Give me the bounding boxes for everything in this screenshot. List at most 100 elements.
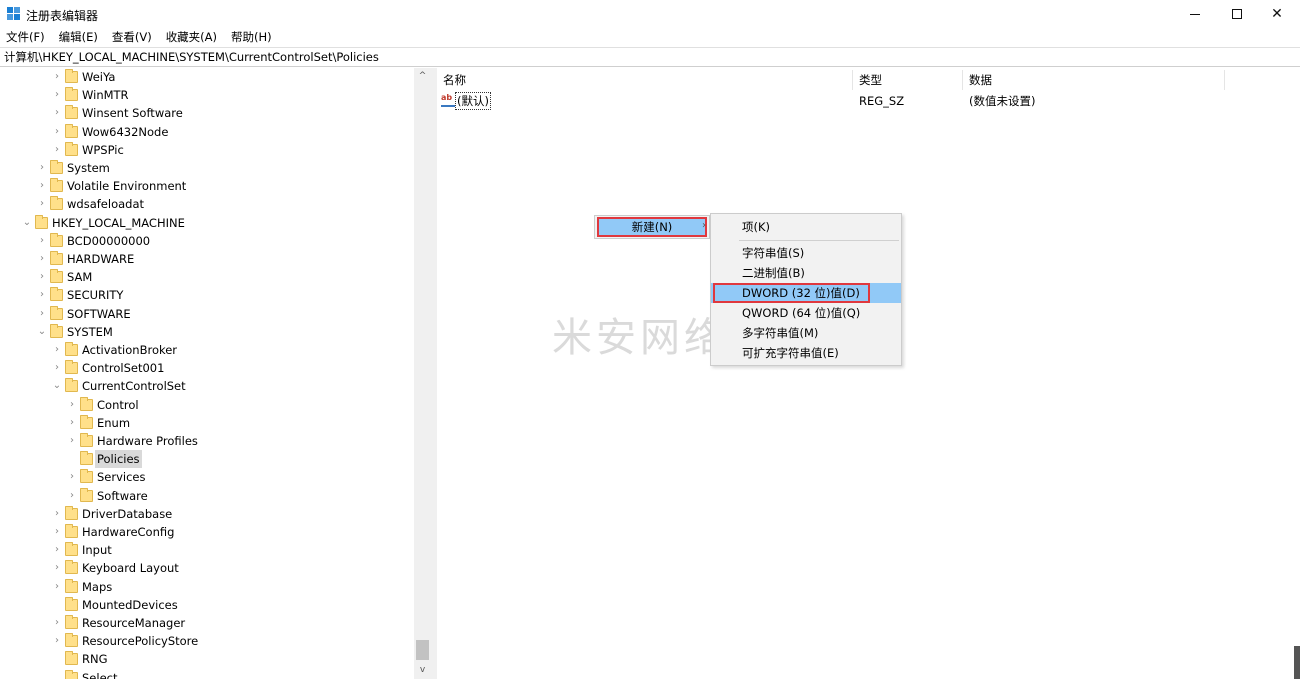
tree-item[interactable]: › System	[0, 159, 414, 177]
tree-item[interactable]: › Control	[0, 396, 414, 414]
tree-item[interactable]: › DriverDatabase	[0, 505, 414, 523]
tree-item[interactable]: › ResourceManager	[0, 614, 414, 632]
tree-item-label: Control	[97, 397, 139, 412]
chevron-right-icon[interactable]: ›	[36, 268, 48, 286]
tree-item-label: System	[67, 161, 110, 175]
tree-item[interactable]: › HARDWARE	[0, 250, 414, 268]
chevron-down-icon[interactable]: ⌄	[51, 377, 63, 395]
submenu-item-binary[interactable]: 二进制值(B)	[711, 263, 901, 283]
chevron-right-icon[interactable]: ›	[36, 232, 48, 250]
menu-edit[interactable]: 编辑(E)	[52, 29, 105, 47]
list-row[interactable]: ab (默认) REG_SZ (数值未设置)	[437, 92, 1297, 110]
chevron-right-icon[interactable]: ›	[66, 414, 78, 432]
minimize-icon	[1190, 13, 1200, 15]
tree-item[interactable]: › Wow6432Node	[0, 123, 414, 141]
folder-icon	[65, 633, 78, 648]
chevron-right-icon[interactable]: ›	[66, 487, 78, 505]
chevron-right-icon[interactable]: ›	[51, 632, 63, 650]
chevron-right-icon[interactable]: ›	[51, 86, 63, 104]
tree-item[interactable]: › Enum	[0, 414, 414, 432]
chevron-right-icon[interactable]: ›	[66, 432, 78, 450]
chevron-right-icon[interactable]: ›	[51, 523, 63, 541]
column-header-type[interactable]: 类型	[853, 70, 963, 90]
chevron-right-icon[interactable]: ›	[51, 359, 63, 377]
chevron-right-icon[interactable]: ›	[51, 505, 63, 523]
chevron-right-icon[interactable]: ›	[51, 559, 63, 577]
tree-item[interactable]: › SOFTWARE	[0, 305, 414, 323]
tree-item[interactable]: › SAM	[0, 268, 414, 286]
chevron-right-icon[interactable]: ›	[51, 578, 63, 596]
submenu-item-string[interactable]: 字符串值(S)	[711, 243, 901, 263]
chevron-right-icon[interactable]: ›	[51, 541, 63, 559]
tree-item[interactable]: › Maps	[0, 578, 414, 596]
chevron-right-icon[interactable]: ›	[36, 286, 48, 304]
tree-item[interactable]: › Software	[0, 487, 414, 505]
tree-item-label: DriverDatabase	[82, 506, 173, 521]
tree-item[interactable]: › BCD00000000	[0, 232, 414, 250]
tree-item[interactable]: › Keyboard Layout	[0, 559, 414, 577]
tree-item[interactable]: › WeiYa	[0, 68, 414, 86]
minimize-button[interactable]	[1172, 0, 1218, 29]
tree-item[interactable]: ⌄ SYSTEM	[0, 323, 414, 341]
menu-help[interactable]: 帮助(H)	[224, 29, 279, 47]
tree-item[interactable]: › WinMTR	[0, 86, 414, 104]
chevron-right-icon[interactable]: ›	[51, 341, 63, 359]
close-button[interactable]: ✕	[1254, 0, 1300, 29]
context-new-item[interactable]: 新建(N)	[597, 217, 707, 237]
tree-item[interactable]: › WPSPic	[0, 141, 414, 159]
column-header-data[interactable]: 数据	[963, 70, 1225, 90]
chevron-right-icon[interactable]: ›	[36, 159, 48, 177]
tree-item[interactable]: ⌄ HKEY_LOCAL_MACHINE	[0, 214, 414, 232]
submenu-item-qword[interactable]: QWORD (64 位)值(Q)	[711, 303, 901, 323]
submenu-item-dword[interactable]: DWORD (32 位)值(D)	[711, 283, 901, 303]
chevron-right-icon[interactable]	[51, 650, 63, 668]
menu-view[interactable]: 查看(V)	[105, 29, 159, 47]
chevron-right-icon[interactable]: ›	[51, 123, 63, 141]
tree-item[interactable]: › SECURITY	[0, 286, 414, 304]
tree-item[interactable]: MountedDevices	[0, 596, 414, 614]
tree-item[interactable]: ⌄ CurrentControlSet	[0, 377, 414, 395]
chevron-right-icon[interactable]: ›	[66, 396, 78, 414]
tree-item[interactable]: › HardwareConfig	[0, 523, 414, 541]
scroll-thumb[interactable]	[416, 640, 429, 660]
chevron-right-icon[interactable]: ›	[36, 195, 48, 213]
submenu-separator	[739, 240, 899, 241]
menu-file[interactable]: 文件(F)	[0, 29, 52, 47]
submenu-item-multistring[interactable]: 多字符串值(M)	[711, 323, 901, 343]
tree-item[interactable]: › Services	[0, 468, 414, 486]
chevron-down-icon[interactable]: ⌄	[36, 323, 48, 341]
tree-item[interactable]: › Winsent Software	[0, 104, 414, 122]
tree-item[interactable]: › Volatile Environment	[0, 177, 414, 195]
chevron-right-icon[interactable]	[51, 669, 63, 679]
tree-item[interactable]: › ActivationBroker	[0, 341, 414, 359]
chevron-right-icon[interactable]: ›	[66, 468, 78, 486]
chevron-right-icon[interactable]: ›	[51, 141, 63, 159]
tree-item[interactable]: RNG	[0, 650, 414, 668]
submenu-item-expandstring[interactable]: 可扩充字符串值(E)	[711, 343, 901, 363]
tree-item[interactable]: › ControlSet001	[0, 359, 414, 377]
column-header-name[interactable]: 名称	[437, 70, 853, 90]
context-menu: 新建(N) ›	[594, 215, 710, 239]
tree-item[interactable]: Select	[0, 669, 414, 679]
chevron-right-icon[interactable]: ›	[36, 305, 48, 323]
chevron-right-icon[interactable]: ›	[51, 104, 63, 122]
tree-item[interactable]: › Input	[0, 541, 414, 559]
chevron-right-icon[interactable]	[51, 596, 63, 614]
address-bar[interactable]: 计算机\HKEY_LOCAL_MACHINE\SYSTEM\CurrentCon…	[0, 47, 1300, 67]
scroll-down-icon[interactable]: v	[414, 662, 431, 679]
tree-scrollbar[interactable]: ^ v	[414, 68, 431, 679]
tree-item[interactable]: Policies	[0, 450, 414, 469]
chevron-right-icon[interactable]: ›	[36, 250, 48, 268]
chevron-right-icon[interactable]: ›	[51, 614, 63, 632]
scroll-up-icon[interactable]: ^	[414, 68, 431, 85]
chevron-right-icon[interactable]: ›	[36, 177, 48, 195]
tree-item[interactable]: › ResourcePolicyStore	[0, 632, 414, 650]
chevron-right-icon[interactable]: ›	[51, 68, 63, 86]
chevron-down-icon[interactable]: ⌄	[21, 214, 33, 232]
chevron-right-icon[interactable]	[66, 450, 78, 468]
tree-item[interactable]: › Hardware Profiles	[0, 432, 414, 450]
menu-favorites[interactable]: 收藏夹(A)	[159, 29, 224, 47]
tree-item[interactable]: › wdsafeloadat	[0, 195, 414, 213]
tree-item-label: WinMTR	[82, 88, 129, 103]
submenu-item-key[interactable]: 项(K)	[711, 217, 901, 237]
